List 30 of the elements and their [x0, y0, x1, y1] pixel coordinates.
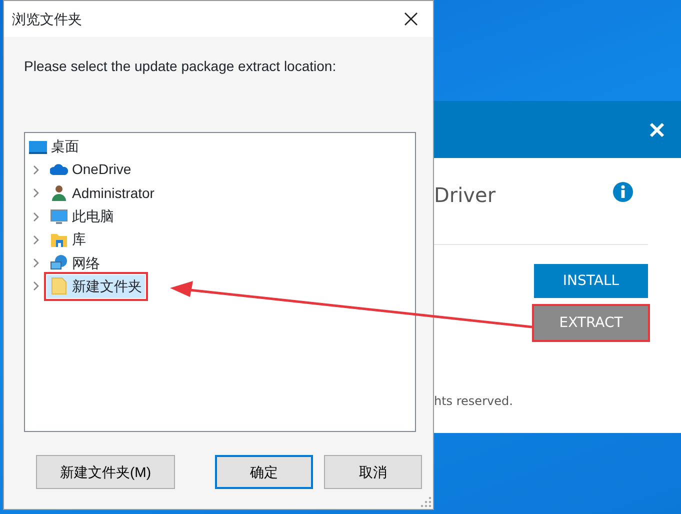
close-icon	[404, 12, 418, 26]
expand-chevron-icon[interactable]	[31, 281, 41, 292]
tree-item[interactable]: Administrator	[47, 182, 158, 205]
folder-icon	[50, 277, 68, 296]
tree-item[interactable]: 库	[47, 228, 89, 252]
resize-grip-icon[interactable]	[421, 497, 431, 507]
folder-tree[interactable]: 桌面 OneDrive Administrator 此电脑 库 网络 新建文件夹	[24, 132, 416, 432]
tree-item[interactable]: 网络	[47, 252, 103, 275]
tree-item[interactable]: 此电脑	[47, 205, 117, 228]
expand-chevron-icon[interactable]	[31, 188, 41, 198]
install-button[interactable]: INSTALL	[534, 264, 648, 298]
monitor-icon	[50, 208, 68, 226]
dialog-button[interactable]: 取消	[324, 455, 422, 489]
dialog-button[interactable]: 新建文件夹(M)	[36, 455, 175, 489]
tree-item[interactable]: 新建文件夹	[47, 274, 145, 298]
info-icon[interactable]	[613, 182, 633, 202]
tree-item[interactable]: 桌面	[26, 135, 82, 158]
expand-chevron-icon[interactable]	[31, 234, 41, 245]
network-icon	[50, 254, 68, 272]
copyright-text: hts reserved.	[434, 393, 514, 410]
dialog-button[interactable]: 确定	[215, 455, 313, 489]
expand-chevron-icon[interactable]	[31, 212, 41, 222]
product-heading: Driver	[434, 182, 496, 209]
tree-item[interactable]: OneDrive	[47, 158, 134, 182]
prompt-text: Please select the update package extract location:	[24, 58, 336, 74]
close-icon[interactable]	[649, 122, 665, 138]
window-title: 浏览文件夹	[12, 10, 82, 28]
expand-chevron-icon[interactable]	[31, 164, 41, 175]
user-icon	[50, 184, 68, 202]
expand-chevron-icon[interactable]	[31, 258, 41, 268]
